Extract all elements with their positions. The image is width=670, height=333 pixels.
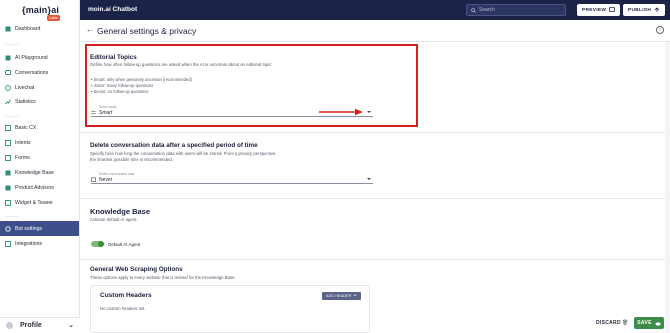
sidebar-item-label: Integrations — [15, 240, 43, 247]
delete-data-dropdown[interactable]: Never — [91, 176, 373, 184]
chat-icon — [5, 69, 11, 76]
default-ai-agent-toggle[interactable] — [91, 241, 104, 247]
sidebar-item-label: Knowledge Base — [15, 169, 54, 176]
back-arrow-icon[interactable]: ← — [86, 25, 94, 34]
sidebar-item-forms[interactable]: Forms — [0, 151, 80, 164]
livechat-icon — [5, 84, 11, 91]
search-placeholder: Search — [479, 7, 495, 13]
sidebar-section-divider: — — — — [5, 214, 19, 218]
sidebar-item-label: Widget & Teaser — [15, 199, 53, 206]
integrations-icon — [5, 240, 11, 247]
book-icon — [5, 170, 11, 176]
gear-icon — [5, 225, 11, 232]
profile-menu[interactable]: Profile ⌄ — [0, 317, 80, 333]
preview-label: PREVIEW — [582, 7, 607, 13]
search-input[interactable]: Search — [466, 4, 566, 16]
sidebar-item-knowledge-base[interactable]: Knowledge Base — [0, 166, 80, 179]
sidebar-item-label: Conversations — [15, 69, 49, 76]
sidebar-item-widget-teaser[interactable]: Widget & Teaser — [0, 196, 80, 209]
bot-title: moin.ai Chatbot — [88, 6, 138, 13]
delete-data-title: Delete conversation data after a specifi… — [90, 142, 258, 149]
sidebar-item-basic-cx[interactable]: Basic CX — [0, 121, 80, 134]
sidebar-item-label: AI Playground — [15, 54, 48, 61]
sidebar-item-product-advisors[interactable]: Product Advisors — [0, 181, 80, 194]
avatar — [6, 322, 13, 329]
sidebar-item-label: Basic CX — [15, 124, 37, 131]
logo: {main}ai — [22, 5, 60, 15]
preview-button[interactable]: PREVIEW — [577, 4, 621, 16]
chart-icon — [5, 99, 11, 105]
sidebar-item-bot-settings[interactable]: Bot settings — [0, 221, 79, 236]
cart-icon — [5, 185, 11, 191]
publish-label: PUBLISH — [628, 7, 652, 13]
cloud-icon — [655, 321, 661, 326]
sparkle-icon — [5, 55, 11, 61]
intents-icon — [5, 139, 11, 146]
add-header-button[interactable]: ADD HEADER + — [322, 292, 361, 300]
calendar-icon — [91, 177, 96, 182]
knowledge-base-description: Activate default AI agent. — [90, 217, 138, 222]
sidebar-item-statistics[interactable]: Statistics — [0, 95, 80, 108]
highlight-box — [85, 44, 418, 127]
delete-data-value: Never — [99, 176, 113, 183]
logo-badge: Labs — [47, 15, 60, 21]
toggle-knob — [98, 241, 104, 247]
sidebar-item-label: Intents — [15, 139, 31, 146]
publish-button[interactable]: PUBLISH — [623, 4, 666, 16]
top-bar: moin.ai Chatbot Search PREVIEW PUBLISH — [80, 0, 670, 20]
profile-label: Profile — [20, 322, 42, 329]
sidebar-section-divider: — — — — [5, 114, 19, 118]
sidebar-item-label: Dashboard — [15, 25, 41, 32]
trash-icon[interactable]: 🗑 — [622, 320, 628, 326]
sidebar: {main}ai Labs Dashboard — — — AI Playgro… — [0, 0, 80, 333]
dashboard-icon — [5, 26, 11, 32]
web-scraping-description: These options apply to every website tha… — [90, 275, 236, 280]
forms-icon — [5, 154, 11, 161]
sidebar-item-integrations[interactable]: Integrations — [0, 237, 80, 250]
upload-icon — [654, 7, 660, 12]
sidebar-item-label: Product Advisors — [15, 184, 54, 191]
plus-icon: + — [353, 293, 357, 299]
add-header-label: ADD HEADER — [326, 294, 352, 298]
info-icon[interactable]: i — [656, 26, 664, 34]
knowledge-base-title: Knowledge Base — [90, 207, 151, 216]
sidebar-section-divider: — — — — [5, 42, 19, 46]
save-button[interactable]: SAVE — [634, 317, 664, 329]
divider — [80, 198, 665, 199]
delete-data-description: Specify here how long the conversation d… — [90, 151, 277, 162]
sidebar-item-conversations[interactable]: Conversations — [0, 66, 80, 79]
custom-headers-title: Custom Headers — [100, 292, 152, 299]
save-label: SAVE — [637, 320, 652, 326]
sidebar-item-livechat[interactable]: Livechat — [0, 81, 80, 94]
sidebar-item-label: Statistics — [15, 98, 36, 105]
widget-icon — [5, 199, 11, 206]
web-scraping-title: General Web Scraping Options — [90, 266, 183, 273]
sidebar-item-dashboard[interactable]: Dashboard — [0, 22, 80, 35]
chevron-down-icon — [367, 178, 371, 180]
sidebar-item-intents[interactable]: Intents — [0, 136, 80, 149]
sidebar-item-label: Bot settings — [15, 225, 43, 232]
sidebar-item-label: Livechat — [15, 84, 35, 91]
basic-cx-icon — [5, 124, 11, 131]
sidebar-item-label: Forms — [15, 154, 30, 161]
page-title: General settings & privacy — [97, 26, 197, 36]
sidebar-item-ai-playground[interactable]: AI Playground — [0, 51, 80, 64]
chevron-down-icon: ⌄ — [68, 322, 74, 329]
page-header: ← General settings & privacy i — [80, 20, 670, 42]
search-icon — [471, 7, 476, 13]
preview-icon — [609, 7, 616, 12]
divider — [80, 132, 665, 133]
custom-headers-empty: No custom headers set. — [100, 306, 146, 311]
discard-button[interactable]: DISCARD — [596, 320, 621, 326]
default-ai-agent-label: Default AI Agent — [108, 242, 141, 247]
divider — [80, 259, 665, 260]
